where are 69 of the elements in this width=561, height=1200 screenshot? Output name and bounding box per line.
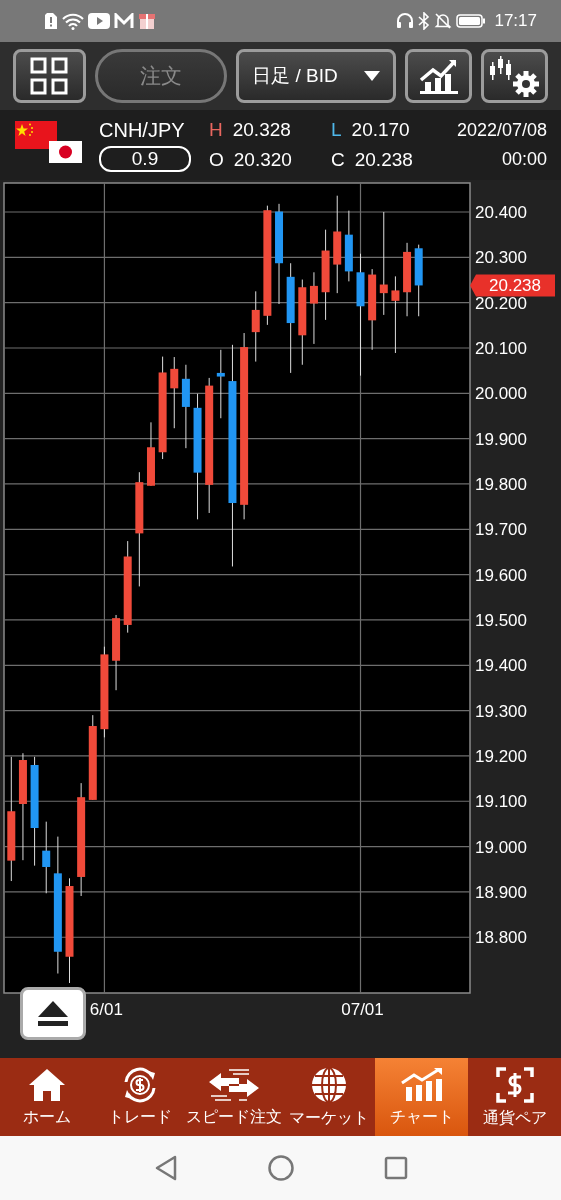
globe-icon: [309, 1065, 348, 1104]
nav-tab[interactable]: チャート: [375, 1058, 468, 1136]
candlestick: [344, 210, 353, 282]
chart-settings-button[interactable]: [481, 49, 548, 103]
spread-value: 0.9: [99, 145, 191, 172]
clock: 17:17: [494, 11, 537, 31]
arrows-icon: [207, 1066, 261, 1103]
battery-icon: [456, 14, 487, 28]
bluetooth-icon: [418, 12, 431, 30]
axis-label: 19.100: [475, 792, 527, 812]
axis-label: 20.000: [475, 384, 527, 404]
axis-label: 20.100: [475, 339, 527, 358]
nav-tab[interactable]: トレード: [93, 1058, 186, 1136]
price-label: H: [209, 119, 223, 141]
candlestick: [147, 421, 155, 487]
dollar-frame-icon: [494, 1065, 535, 1104]
axis-label: 07/01: [341, 1000, 384, 1019]
axis-label: 19.700: [475, 520, 527, 540]
eject-button[interactable]: [20, 987, 86, 1040]
price-value: 20.170: [351, 119, 410, 141]
recents-icon[interactable]: [383, 1156, 408, 1180]
axis-label: 6/01: [89, 1000, 123, 1019]
axis-label: 19.800: [475, 474, 527, 494]
axis-label: 18.900: [475, 882, 527, 902]
eject-icon: [38, 1000, 68, 1027]
mail-icon: [114, 13, 134, 29]
circle-flag-icon: [49, 141, 82, 163]
bar-chart-icon: [418, 58, 459, 94]
time: 00:00: [501, 149, 547, 170]
headset-icon: [396, 12, 415, 30]
axis-label: 19.500: [475, 610, 527, 630]
price-label: L: [331, 119, 342, 141]
grid-icon: [30, 57, 69, 95]
axis-label: 19.900: [475, 429, 527, 449]
nav-tab[interactable]: ホーム: [0, 1058, 93, 1136]
price-tag: 20.238: [470, 274, 555, 297]
price-value: 20.328: [232, 119, 291, 141]
caret-icon: [363, 71, 380, 81]
indicator-button[interactable]: [405, 49, 473, 103]
currency-pair: CNH/JPY: [99, 118, 185, 142]
axis-label: 19.200: [475, 746, 527, 766]
gift-box-icon: [138, 12, 156, 30]
candlestick: [216, 349, 225, 419]
price-value: 20.238: [354, 149, 413, 171]
wifi-icon: [62, 12, 84, 30]
sim-alert-icon: [44, 12, 58, 30]
period-dropdown[interactable]: 日足 / BID: [235, 49, 397, 103]
home-icon[interactable]: [267, 1155, 294, 1181]
axis-label: 19.400: [475, 656, 527, 676]
price-label: C: [331, 149, 345, 171]
axis-label: 19.600: [475, 565, 527, 585]
nav-tab[interactable]: 通貨ペア: [468, 1058, 561, 1136]
axis-label: 19.000: [475, 837, 527, 857]
nav-tab[interactable]: スピード注文: [186, 1058, 282, 1136]
price-label: O: [209, 149, 224, 171]
date: 2022/07/08: [456, 120, 547, 141]
nav-tab[interactable]: マーケット: [282, 1058, 375, 1136]
bar-chart-icon: [399, 1066, 444, 1103]
price-value: 20.320: [233, 149, 292, 171]
axis-label: 20.400: [475, 203, 527, 222]
back-icon[interactable]: [153, 1155, 178, 1181]
axis-label: 19.300: [475, 701, 527, 721]
star-flag-icon: [15, 121, 57, 149]
play-icon: [88, 13, 110, 29]
bell-off-icon: [434, 12, 453, 30]
axis-label: 18.800: [475, 928, 527, 948]
candlestick-gear-icon: [487, 54, 542, 98]
menu-button[interactable]: [13, 49, 86, 103]
axis-label: 20.300: [475, 248, 527, 268]
